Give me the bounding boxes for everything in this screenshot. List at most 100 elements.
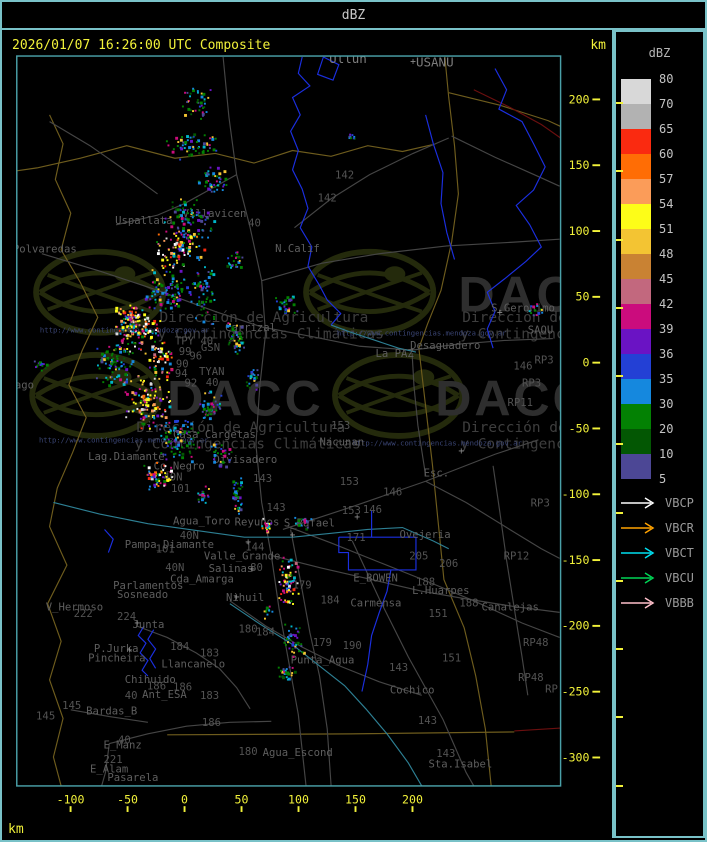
map-label: 190 [343,640,362,652]
map-label: 40 [118,735,131,747]
scale-title: dBZ [648,46,671,60]
map-line-blue [104,529,114,553]
map-panel: DACC DACC DACC Dirección de Agricultura y Co… [2,30,614,838]
map-label: 143 [267,502,286,514]
map-label: 151 [442,653,461,665]
y-tick [592,164,601,167]
map-label: RP3 [531,497,550,509]
map-label: Punta_Agua [291,654,355,666]
map-line-brown [448,92,561,127]
scale-value-label: 39 [659,322,674,336]
map-label: 146 [383,487,402,499]
y-tick [592,624,601,627]
map-label: Esc. [424,467,450,479]
map-label: RP48 [518,672,544,684]
y-tick [592,295,601,298]
y-tick [592,230,601,232]
x-tick [126,806,129,812]
x-tick [297,806,300,812]
map-label: Ant_ESA [142,689,187,701]
scale-value-label: 5 [659,472,667,486]
map-label: 180 [239,624,258,636]
map-line-blue [147,629,157,669]
map-line-blue [361,569,392,692]
scale-block-36 [621,354,651,379]
scale-value-label: 45 [659,272,674,286]
main-content: DACC DACC DACC Dirección de Agricultura y Co… [2,30,705,838]
vector-legend-row: VBCT [620,546,694,560]
map-canvas[interactable]: DACCDACC DACCDirección de Agriculturay Co… [2,30,612,838]
scale-value-label: 51 [659,222,674,236]
map-label: 151 [428,608,447,620]
map-label: RP12 [504,550,530,562]
scale-value-label: 42 [659,297,674,311]
map-line-blue [425,114,456,260]
map-label: 222 [74,608,93,620]
scale-value-label: 57 [659,172,674,186]
map-label: 142 [318,193,337,205]
map-line-brown [167,731,515,736]
y-tick [592,361,601,364]
scale-value-label: 48 [659,247,674,261]
map-label: 101 [156,544,175,556]
dacc-watermark: DACCDACC DACCDirección de Agriculturay Co… [29,248,612,452]
watermark-line1: Dirección de Agricultura [462,420,612,436]
vector-legend-label: VBCP [665,495,694,510]
station-marker: + [127,645,133,656]
map-label: E_BOWEN [353,573,398,585]
map-line-blue [137,625,149,677]
map-line-red [514,727,561,732]
map-label: Nacunan [320,437,365,449]
scale-value-label: 60 [659,147,674,161]
map-label: Sosneado [117,589,168,601]
scale-value-label: 10 [659,447,674,461]
map-label: Lag.Diamante [88,451,165,463]
sidebar-axis-tick [616,716,623,719]
map-label: Ullun [329,51,367,66]
scale-value-label: 70 [659,97,674,111]
y-tick-label: 200 [569,92,590,106]
map-label: 101 [171,483,190,495]
station-marker: + [249,564,255,575]
scale-value-label: 80 [659,72,674,86]
scale-block-10 [621,454,651,479]
map-label: Agua_Escond [263,747,333,759]
window-title: dBZ [341,7,366,23]
map-label: RP [545,683,558,695]
sidebar-axis-tick [616,170,623,173]
vector-legend-row: VBBB [620,596,694,610]
sidebar-axis-tick [616,238,623,241]
vbcp-arrow-icon [621,497,655,509]
map-label: N.Calif [275,243,320,255]
y-tick-label: -50 [569,421,590,435]
y-tick [592,427,601,430]
map-line-blue [289,56,342,326]
map-label: S_Rafael [284,518,335,530]
map-label: RP3 [522,378,541,390]
x-tick-label: 150 [345,792,366,806]
vector-legend-row: VBCP [620,496,694,510]
scale-block-42 [621,304,651,329]
watermark-url: http://www.contingencias.mendoza.gov.ar [352,439,522,448]
map-label: 40 [125,690,138,702]
station-marker: + [245,537,251,548]
sidebar-axis-tick [616,375,623,377]
x-tick [183,806,186,812]
scale-value-label: 35 [659,372,674,386]
map-label: Desaguadero [410,340,480,352]
y-tick [592,493,601,496]
sidebar-axis-tick [616,511,623,514]
map-label: 153 [331,420,350,432]
station-marker: + [410,57,416,68]
x-tick-label: 50 [235,792,249,806]
map-label: 142 [335,169,354,181]
map-line-gray [451,135,560,187]
scale-block-70 [621,104,651,129]
scale-value-label: 30 [659,397,674,411]
scale-block-65 [621,129,651,154]
station-marker: + [458,446,464,457]
map-label: GSN [201,342,220,354]
map-label: 205 [409,550,428,562]
map-plot: DACCDACC DACCDirección de Agriculturay Co… [16,51,612,786]
map-label: 96 [189,351,202,363]
